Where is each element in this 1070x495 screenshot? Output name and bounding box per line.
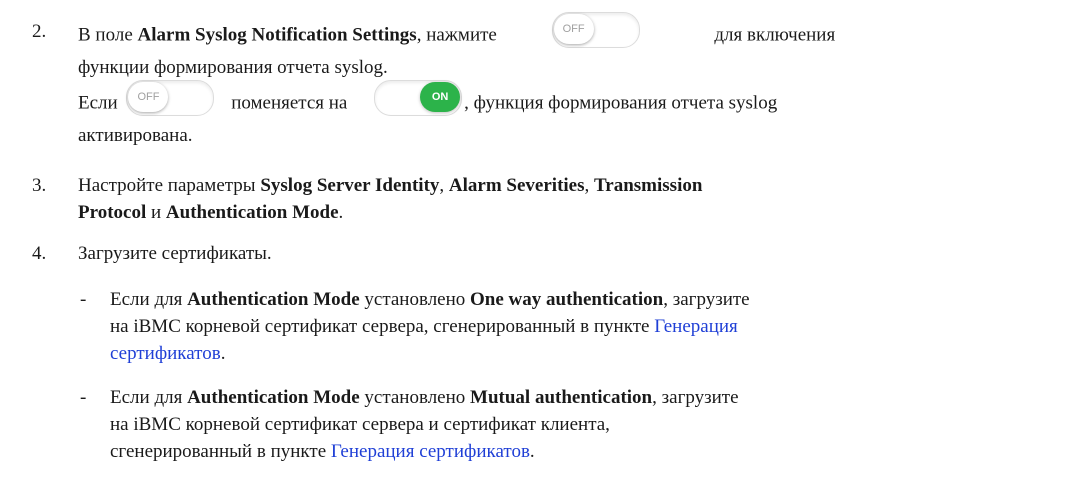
step-body: Настройте параметры Syslog Server Identi…	[78, 172, 1038, 226]
note-line-1: Если OFF поменяется на ON, функция форми…	[78, 80, 1038, 122]
link-certificate-generation[interactable]: Генерация	[654, 316, 738, 337]
bullet-body: Если для Authentication Mode установлено…	[110, 387, 739, 462]
on-toggle-image: ON	[374, 80, 463, 116]
bullet-dash: -	[80, 387, 87, 408]
step-3-line-1: Настройте параметры Syslog Server Identi…	[78, 175, 703, 196]
note-line-2: активирована.	[78, 125, 193, 146]
toggle-off-knob: OFF	[128, 82, 169, 112]
step-4-line-1: Загрузите сертификаты.	[78, 243, 272, 264]
document-page: 2. В поле Alarm Syslog Notification Sett…	[0, 0, 1070, 495]
step-number: 4.	[32, 243, 47, 264]
step-3-line-2: Protocol и Authentication Mode.	[78, 202, 344, 223]
off-toggle-image: OFF	[551, 12, 640, 48]
off-toggle-image: OFF	[126, 80, 215, 116]
toggle-on-knob: ON	[420, 82, 461, 112]
step-body: В поле Alarm Syslog Notification Setting…	[78, 12, 1038, 81]
field-name: Alarm Syslog Notification Settings	[137, 24, 417, 46]
note-body: Если OFF поменяется на ON, функция форми…	[78, 80, 1038, 149]
link-certificate-generation[interactable]: Генерация сертификатов	[331, 441, 530, 462]
step-number: 3.	[32, 175, 47, 196]
bullet-dash: -	[80, 289, 87, 310]
step-body: Загрузите сертификаты.	[78, 240, 1038, 267]
toggle-off-knob: OFF	[553, 14, 594, 44]
bullet-body: Если для Authentication Mode установлено…	[110, 289, 750, 364]
step-2-line-2: функции формирования отчета syslog.	[78, 57, 388, 78]
link-certificate-generation[interactable]: сертификатов	[110, 343, 221, 364]
step-2-line-1: В поле Alarm Syslog Notification Setting…	[78, 12, 1038, 54]
step-number: 2.	[32, 21, 47, 42]
